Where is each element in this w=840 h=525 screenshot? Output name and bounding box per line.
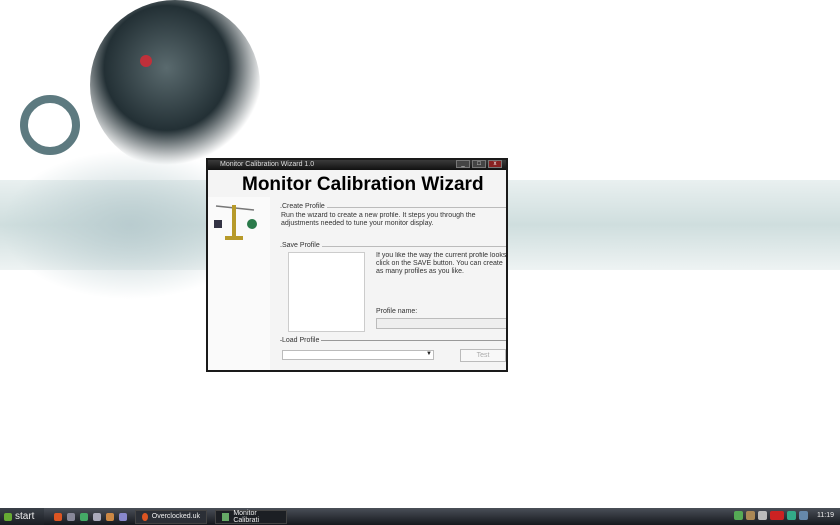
app-icon: [222, 512, 230, 521]
create-profile-group: Create Profile: [280, 203, 506, 210]
chevron-down-icon: ▼: [426, 351, 432, 357]
clock[interactable]: 11:19: [817, 512, 834, 519]
volume-icon[interactable]: [799, 511, 808, 520]
security-icon[interactable]: [787, 511, 796, 520]
load-profile-dropdown[interactable]: ▼: [282, 350, 434, 360]
close-button[interactable]: x: [488, 160, 502, 168]
wallpaper-red-eye: [140, 55, 152, 67]
maximize-button[interactable]: □: [472, 160, 486, 168]
create-profile-text: Run the wizard to create a new profile. …: [281, 212, 476, 227]
windows-logo-icon: [4, 512, 12, 521]
settings-icon[interactable]: [93, 512, 101, 521]
title-bar[interactable]: Monitor Calibration Wizard 1.0 _ □ x: [208, 160, 506, 170]
task-monitor-calibration[interactable]: Monitor Calibrati: [215, 509, 287, 524]
quick-launch: [54, 512, 127, 521]
wallpaper-ring: [20, 95, 80, 155]
balance-scale-icon: [214, 205, 257, 240]
profile-name-input[interactable]: [376, 318, 506, 329]
start-button[interactable]: start: [0, 508, 44, 525]
wallpaper-art: [90, 0, 260, 170]
profile-name-label: Profile name:: [376, 308, 418, 315]
window-title: Monitor Calibration Wizard 1.0: [220, 161, 315, 168]
profile-list[interactable]: [288, 252, 365, 332]
usb-icon[interactable]: [758, 511, 767, 520]
desktop-icon[interactable]: [119, 512, 127, 521]
messenger-icon[interactable]: [80, 512, 88, 521]
firefox-icon: [142, 512, 148, 521]
wizard-heading: Monitor Calibration Wizard: [242, 174, 484, 195]
task-label: Monitor Calibrati: [233, 509, 260, 524]
load-profile-group: Load Profile: [280, 337, 506, 344]
save-profile-text: If you like the way the current profile …: [376, 252, 508, 275]
ati-icon[interactable]: [770, 511, 784, 520]
media-icon[interactable]: [106, 512, 114, 521]
test-button[interactable]: Test: [460, 349, 506, 362]
create-profile-label: Create Profile: [282, 203, 327, 210]
system-tray: 11:19: [734, 511, 834, 520]
start-label: start: [15, 511, 35, 522]
taskbar: start Overclocked.uk Monitor Calibrati 1…: [0, 508, 840, 525]
save-profile-label: Save Profile: [282, 242, 322, 249]
task-firefox[interactable]: Overclocked.uk: [135, 509, 207, 524]
network-icon[interactable]: [734, 511, 743, 520]
save-profile-group: Save Profile: [280, 242, 506, 249]
minimize-button[interactable]: _: [456, 160, 470, 168]
load-profile-label: Load Profile: [282, 337, 322, 344]
calibration-wizard-window: Monitor Calibration Wizard 1.0 _ □ x Mon…: [206, 158, 508, 372]
tray-icon[interactable]: [746, 511, 755, 520]
task-label: Overclocked.uk: [151, 513, 200, 520]
mail-icon[interactable]: [67, 512, 75, 521]
firefox-icon[interactable]: [54, 512, 62, 521]
